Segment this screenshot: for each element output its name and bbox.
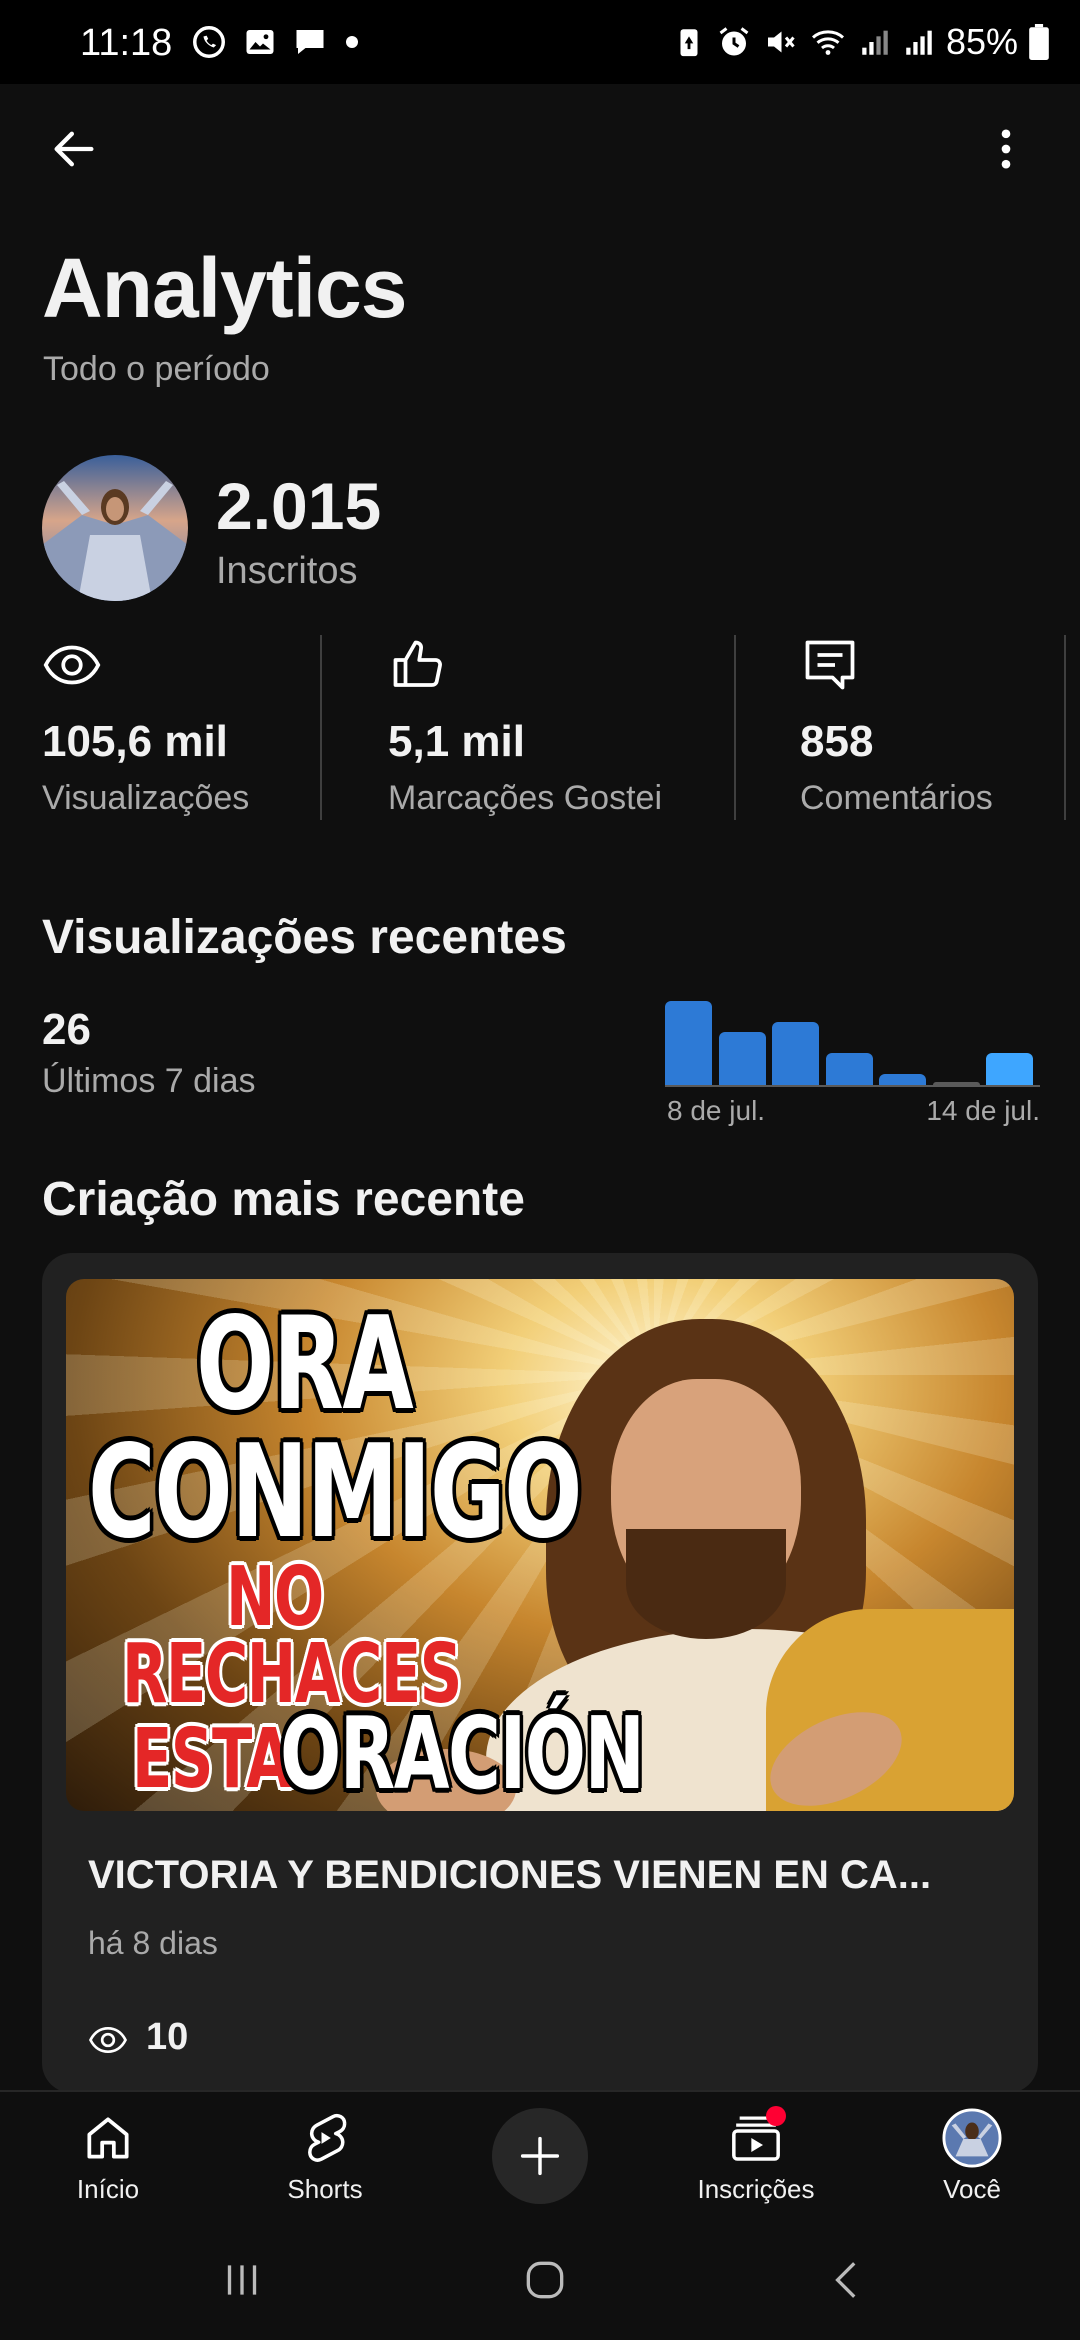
stat-likes-label: Marcações Gostei [388,779,662,817]
more-vert-icon [1001,129,1011,169]
thumbs-up-icon [393,640,442,687]
home-square-icon [526,2261,564,2299]
latest-creation-title: Criação mais recente [42,1173,525,1226]
battery-percent: 85% [945,21,1018,62]
nav-shorts-label: Shorts [287,2174,363,2204]
mute-icon [767,31,795,53]
back-arrow-icon [54,131,94,167]
home-icon [87,2117,129,2159]
recent-views-chart[interactable]: 8 de jul. 14 de jul. [665,990,1040,1140]
message-icon [296,30,324,54]
notification-dot [766,2106,786,2126]
subscriber-count: 2.015 [216,469,382,543]
status-bar: 11:18 85% [0,0,1080,84]
signal-icon [906,30,932,55]
page-title: Analytics [42,241,407,335]
stat-likes-value: 5,1 mil [388,717,525,766]
dot-icon [346,36,358,48]
stat-divider [1064,635,1066,820]
nav-shorts[interactable]: Shorts [225,2108,425,2205]
channel-avatar [42,455,188,601]
shorts-icon [308,2113,347,2162]
nav-subscriptions-label: Inscrições [697,2174,815,2204]
battery-icon [1029,24,1049,60]
chart-bar [772,1021,819,1085]
back-system-button[interactable] [808,2245,888,2315]
thumbnail-text-line1: ORA [196,1290,414,1439]
chart-bar [932,1082,980,1085]
chart-tick-label-start: 8 de jul. [667,1095,766,1126]
gallery-icon [246,30,274,54]
chart-bar [879,1074,926,1085]
nav-you[interactable]: Você [872,2108,1072,2205]
video-thumbnail[interactable]: ORA CONMIGO NO RECHACES ESTA ORACIÓN [66,1279,1014,1811]
stat-comments-label: Comentários [800,779,993,817]
chevron-left-icon [835,2262,856,2298]
stat-divider [734,635,736,820]
video-age: há 8 dias [88,1925,218,1961]
nav-home-label: Início [76,2174,140,2204]
recent-views-title: Visualizações recentes [42,911,567,964]
eye-icon [89,2026,127,2054]
recent-views-count: 26 [42,1005,91,1054]
chart-tick-label-end: 14 de jul. [926,1095,1040,1126]
battery-saver-icon [680,29,698,57]
status-right-icons: 85% [672,21,1050,62]
video-views-count: 10 [146,2016,189,2058]
thumbnail-text-line2: CONMIGO [88,1418,582,1567]
thumbnail-text-line5b: ORACIÓN [280,1695,645,1811]
wifi-icon [811,30,844,55]
home-system-button[interactable] [505,2245,585,2315]
period-subtitle: Todo o período [43,350,270,388]
nav-you-label: Você [943,2174,1001,2204]
more-options-button[interactable] [972,115,1040,183]
back-button[interactable] [40,115,108,183]
chart-baseline [665,1085,1040,1087]
stat-divider [320,635,322,820]
create-button[interactable] [492,2108,588,2204]
plus-icon [520,2136,560,2176]
whatsapp-icon [193,26,225,58]
stat-comments-value: 858 [800,717,874,766]
subscriber-label: Inscritos [216,550,358,592]
signal-icon [862,30,888,55]
recents-icon [227,2265,257,2295]
avatar-icon [942,2108,1002,2168]
chart-bar [718,1032,766,1085]
thumbnail-text-line5a: ESTA [132,1712,292,1807]
alarm-icon [719,27,749,56]
status-left-icons [190,22,362,62]
recents-button[interactable] [202,2245,282,2315]
status-time: 11:18 [80,22,173,64]
stat-views-value: 105,6 mil [42,717,228,766]
chart-bar [665,1000,712,1085]
bottom-navigation: Início Shorts Inscrições Você [0,2090,1080,2220]
stat-views-label: Visualizações [42,779,250,817]
chart-bar [825,1053,873,1085]
video-title[interactable]: VICTORIA Y BENDICIONES VIENEN EN CA... [88,1853,998,1898]
recent-views-period: Últimos 7 dias [42,1062,256,1100]
system-navigation-bar [0,2220,1080,2340]
nav-home[interactable]: Início [8,2108,208,2205]
eye-icon [43,645,101,685]
comment-icon [805,640,855,690]
latest-video-card[interactable]: ORA CONMIGO NO RECHACES ESTA ORACIÓN VIC… [42,1253,1038,2093]
nav-subscriptions[interactable]: Inscrições [656,2106,856,2205]
chart-bar [986,1053,1033,1085]
